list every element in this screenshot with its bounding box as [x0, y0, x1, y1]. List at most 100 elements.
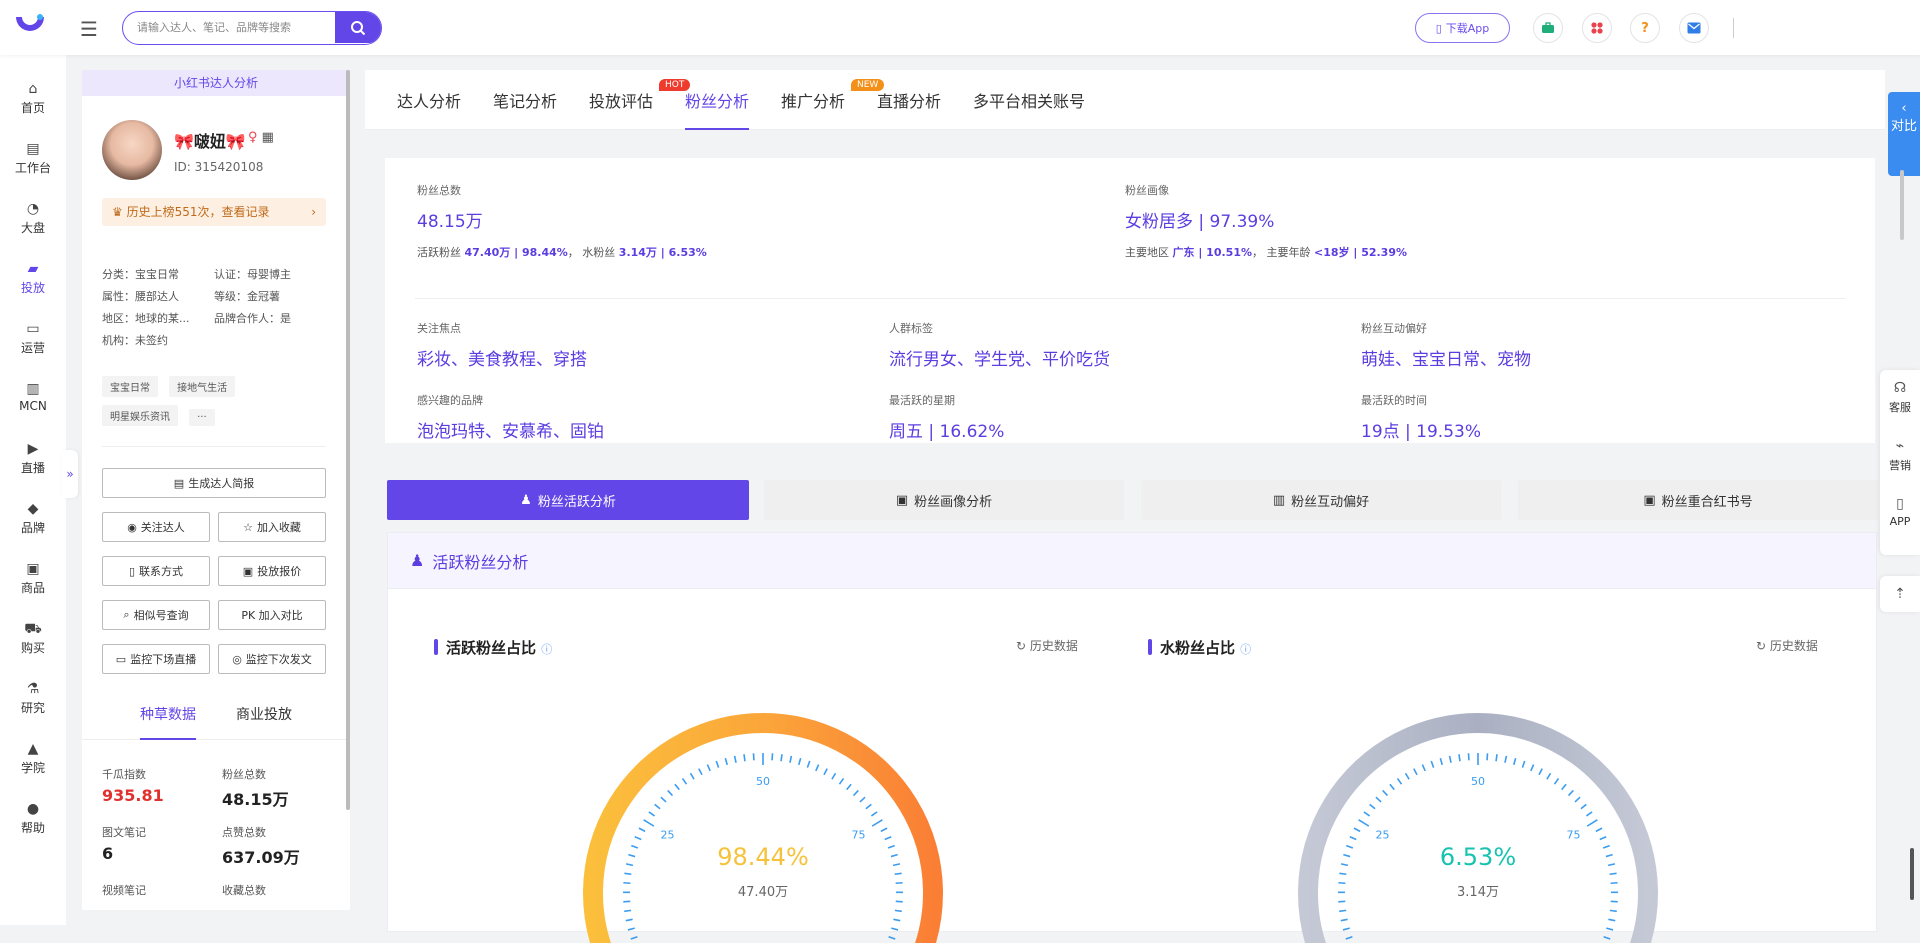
tab-commercial[interactable]: 商业投放 — [236, 700, 292, 740]
expand-sidebar-icon[interactable]: » — [62, 450, 78, 498]
nav-item-research[interactable]: ⚗研究 — [0, 674, 66, 730]
rail-customer-service[interactable]: ☊客服 — [1880, 380, 1920, 415]
eye-icon: ◉ — [127, 521, 137, 534]
contact-button[interactable]: ▯联系方式 — [102, 556, 210, 586]
back-to-top-button[interactable]: ⇡ — [1880, 576, 1920, 612]
search-button[interactable] — [335, 12, 381, 43]
nav-item-delivery[interactable]: ▰投放 — [0, 254, 66, 310]
gauge-tick — [1440, 758, 1442, 765]
similar-search-button[interactable]: ⌕相似号查询 — [102, 600, 210, 630]
nav-item-goods[interactable]: ▣商品 — [0, 554, 66, 610]
nav-item-mcn[interactable]: ▥MCN — [0, 374, 66, 430]
gauge-tick — [682, 778, 686, 784]
monitor-live-button[interactable]: ▭监控下场直播 — [102, 644, 210, 674]
tab-seeding-data[interactable]: 种草数据 — [140, 700, 196, 740]
history-data-button[interactable]: ↻ 历史数据 — [1756, 637, 1818, 654]
gauge-tick — [1346, 846, 1353, 848]
back-to-top-icon: ⇡ — [1894, 586, 1906, 602]
nav-item-dashboard[interactable]: ◔大盘 — [0, 194, 66, 250]
info-region: 地区：地球的某... — [102, 310, 190, 326]
gauge-tick — [860, 797, 865, 802]
cart-icon: ⛟ — [0, 619, 66, 639]
rail-app[interactable]: ▯APP — [1880, 496, 1920, 528]
gauge-tick — [655, 804, 660, 808]
briefcase-icon[interactable] — [1533, 13, 1563, 43]
rank-history-link[interactable]: ♛ 历史上榜551次，查看记录 › — [102, 198, 326, 226]
gauge-tick — [1587, 820, 1597, 826]
divider — [102, 446, 326, 447]
gauge-tick — [866, 804, 871, 808]
gauge-tick — [699, 769, 702, 775]
compare-drawer-button[interactable]: ‹对比 — [1888, 92, 1920, 176]
top-bar: ☰ ▯ 下载App ? — [0, 0, 1920, 55]
gauge-tick — [725, 758, 727, 765]
nav-item-academy[interactable]: ▲学院 — [0, 734, 66, 790]
monitor-post-button[interactable]: ◎监控下次发文 — [218, 644, 326, 674]
menu-toggle-icon[interactable]: ☰ — [80, 17, 98, 41]
follow-button[interactable]: ◉关注达人 — [102, 512, 210, 542]
generate-report-button[interactable]: ▤生成达人简报 — [102, 468, 326, 498]
left-nav: ⌂首页 ▤工作台 ◔大盘 ▰投放 ▭运营 ▥MCN ▶直播 ◆品牌 ▣商品 ⛟购… — [0, 55, 66, 925]
apps-icon[interactable] — [1582, 13, 1612, 43]
gauge-tick — [1341, 919, 1348, 920]
tab-live-analysis[interactable]: 直播分析 — [877, 88, 941, 130]
nav-item-live[interactable]: ▶直播 — [0, 434, 66, 490]
avatar[interactable] — [102, 120, 162, 180]
segment-active-analysis[interactable]: ♟粉丝活跃分析 — [387, 480, 749, 520]
qrcode-icon[interactable]: ▦ — [262, 130, 274, 145]
tag-list: 宝宝日常 接地气生活 明星娱乐资讯 ··· — [102, 376, 332, 434]
gauge-tick — [744, 754, 745, 761]
rail-marketing[interactable]: ⌁营销 — [1880, 438, 1920, 473]
more-tags-button[interactable]: ··· — [189, 409, 215, 426]
download-app-button[interactable]: ▯ 下载App — [1415, 13, 1510, 43]
trend-icon: ⌁ — [1880, 438, 1920, 454]
quote-button[interactable]: ▣投放报价 — [218, 556, 326, 586]
add-compare-button[interactable]: PK 加入对比 — [218, 600, 326, 630]
profile-tabs: 种草数据 商业投放 — [82, 700, 350, 740]
nav-item-help[interactable]: ●帮助 — [0, 794, 66, 850]
tab-kol-analysis[interactable]: 达人分析 — [397, 88, 461, 130]
gauge-tick — [1339, 873, 1346, 874]
tab-note-analysis[interactable]: 笔记分析 — [493, 88, 557, 130]
nav-item-purchase[interactable]: ⛟购买 — [0, 614, 66, 670]
fans-overview-card: 粉丝总数 48.15万 活跃粉丝 47.40万 | 98.44%， 水粉丝 3.… — [385, 158, 1875, 443]
building-icon: ▥ — [0, 379, 66, 399]
search-input[interactable] — [137, 12, 337, 43]
favorite-button[interactable]: ☆加入收藏 — [218, 512, 326, 542]
segment-portrait-analysis[interactable]: ▣粉丝画像分析 — [764, 480, 1124, 520]
mail-icon[interactable] — [1679, 13, 1709, 43]
help-icon[interactable]: ? — [1630, 13, 1660, 43]
history-data-button[interactable]: ↻ 历史数据 — [1016, 637, 1078, 654]
active-fans-gauge: 255075 — [583, 703, 943, 943]
segment-interaction[interactable]: ▥粉丝互动偏好 — [1141, 480, 1501, 520]
nav-item-brand[interactable]: ◆品牌 — [0, 494, 66, 550]
info-certification: 认证：母婴博主 — [214, 266, 291, 282]
segment-overlap[interactable]: ▣粉丝重合红书号 — [1518, 480, 1878, 520]
gauge-tick — [1606, 855, 1613, 857]
tab-fans-analysis[interactable]: 粉丝分析 — [685, 88, 749, 130]
gauge-tick — [716, 761, 718, 768]
nav-item-operation[interactable]: ▭运营 — [0, 314, 66, 370]
page-scrollbar[interactable] — [1910, 848, 1914, 900]
chart-icon: ▥ — [1273, 493, 1285, 508]
gauge-tick — [1596, 828, 1602, 831]
gauge-tick — [644, 820, 654, 826]
gauge-tick — [635, 837, 641, 840]
nav-item-workbench[interactable]: ▤工作台 — [0, 134, 66, 190]
main-scrollbar[interactable] — [1900, 170, 1904, 240]
overview-brands: 感兴趣的品牌泡泡玛特、安慕希、固铂 — [417, 392, 604, 442]
panel-scrollbar[interactable] — [346, 70, 350, 810]
gauge-tick — [1350, 837, 1356, 840]
gauge-tick — [1611, 883, 1618, 884]
nav-item-home[interactable]: ⌂首页 — [0, 74, 66, 130]
water-fans-gauge: 255075 — [1298, 703, 1658, 943]
tab-promotion-analysis[interactable]: 推广分析NEW — [781, 88, 845, 130]
gauge-tick-label: 75 — [1566, 828, 1580, 841]
logo-icon[interactable] — [12, 11, 48, 41]
gauge-tick — [893, 864, 900, 865]
gauge-tick — [891, 855, 898, 857]
tab-multi-platform[interactable]: 多平台相关账号 — [973, 88, 1085, 130]
tab-delivery-eval[interactable]: 投放评估HOT — [589, 88, 653, 130]
gauge-tick — [1343, 928, 1350, 930]
water-count: 3.14万 — [1378, 881, 1578, 900]
